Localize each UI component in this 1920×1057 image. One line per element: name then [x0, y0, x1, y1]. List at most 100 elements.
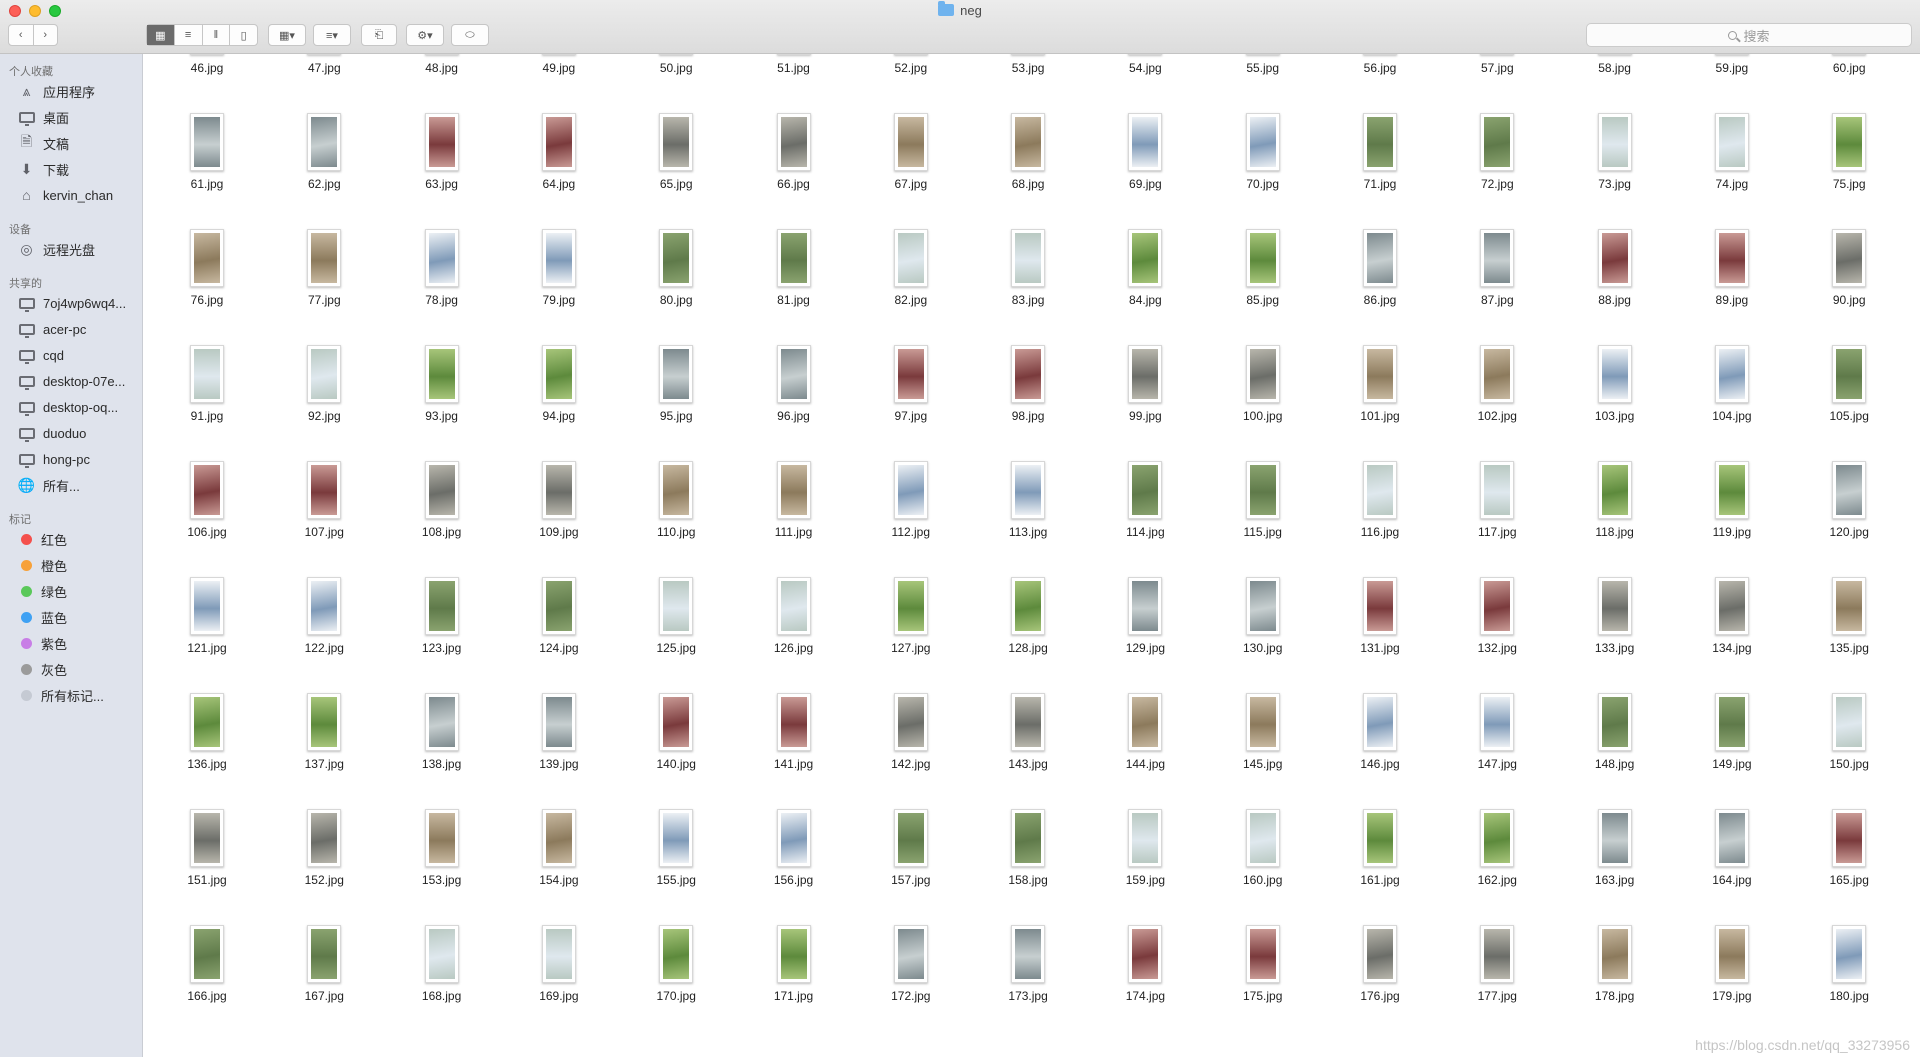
file-item[interactable]: 70.jpg [1223, 113, 1303, 229]
file-item[interactable]: 137.jpg [284, 693, 364, 809]
file-item[interactable]: 132.jpg [1457, 577, 1537, 693]
file-item[interactable]: 58.jpg [1575, 54, 1655, 113]
file-item[interactable]: 151.jpg [167, 809, 247, 925]
file-item[interactable]: 66.jpg [754, 113, 834, 229]
file-item[interactable]: 139.jpg [519, 693, 599, 809]
file-item[interactable]: 129.jpg [1105, 577, 1185, 693]
file-item[interactable]: 78.jpg [402, 229, 482, 345]
file-item[interactable]: 102.jpg [1457, 345, 1537, 461]
file-item[interactable]: 180.jpg [1809, 925, 1889, 1041]
file-item[interactable]: 116.jpg [1340, 461, 1420, 577]
tags-button[interactable]: ⬭ [451, 24, 489, 46]
file-item[interactable]: 99.jpg [1105, 345, 1185, 461]
file-item[interactable]: 130.jpg [1223, 577, 1303, 693]
file-item[interactable]: 75.jpg [1809, 113, 1889, 229]
file-item[interactable]: 74.jpg [1692, 113, 1772, 229]
file-item[interactable]: 104.jpg [1692, 345, 1772, 461]
file-item[interactable]: 86.jpg [1340, 229, 1420, 345]
file-item[interactable]: 174.jpg [1105, 925, 1185, 1041]
file-item[interactable]: 62.jpg [284, 113, 364, 229]
file-item[interactable]: 110.jpg [636, 461, 716, 577]
file-item[interactable]: 175.jpg [1223, 925, 1303, 1041]
file-item[interactable]: 145.jpg [1223, 693, 1303, 809]
file-item[interactable]: 165.jpg [1809, 809, 1889, 925]
file-item[interactable]: 56.jpg [1340, 54, 1420, 113]
file-item[interactable]: 95.jpg [636, 345, 716, 461]
file-item[interactable]: 83.jpg [988, 229, 1068, 345]
file-item[interactable]: 148.jpg [1575, 693, 1655, 809]
file-item[interactable]: 152.jpg [284, 809, 364, 925]
sidebar-tag-orange[interactable]: 橙色 [18, 555, 67, 575]
file-item[interactable]: 123.jpg [402, 577, 482, 693]
forward-button[interactable]: › [32, 25, 58, 45]
file-item[interactable]: 91.jpg [167, 345, 247, 461]
sidebar-item-shared-2[interactable]: acer-pc [18, 319, 86, 339]
file-item[interactable]: 92.jpg [284, 345, 364, 461]
file-item[interactable]: 164.jpg [1692, 809, 1772, 925]
sidebar-item-downloads[interactable]: ⬇ 下载 [18, 159, 69, 179]
sidebar-item-shared-all[interactable]: 🌐 所有... [18, 475, 80, 495]
file-item[interactable]: 161.jpg [1340, 809, 1420, 925]
file-item[interactable]: 55.jpg [1223, 54, 1303, 113]
file-item[interactable]: 146.jpg [1340, 693, 1420, 809]
file-item[interactable]: 113.jpg [988, 461, 1068, 577]
file-item[interactable]: 51.jpg [754, 54, 834, 113]
file-item[interactable]: 176.jpg [1340, 925, 1420, 1041]
file-item[interactable]: 85.jpg [1223, 229, 1303, 345]
sidebar-item-desktop[interactable]: 桌面 [18, 107, 69, 127]
file-item[interactable]: 155.jpg [636, 809, 716, 925]
file-item[interactable]: 94.jpg [519, 345, 599, 461]
file-item[interactable]: 54.jpg [1105, 54, 1185, 113]
sidebar-tag-blue[interactable]: 蓝色 [18, 607, 67, 627]
file-item[interactable]: 84.jpg [1105, 229, 1185, 345]
file-item[interactable]: 171.jpg [754, 925, 834, 1041]
file-item[interactable]: 49.jpg [519, 54, 599, 113]
file-item[interactable]: 144.jpg [1105, 693, 1185, 809]
file-item[interactable]: 117.jpg [1457, 461, 1537, 577]
file-item[interactable]: 124.jpg [519, 577, 599, 693]
sidebar-item-shared-7[interactable]: hong-pc [18, 449, 90, 469]
file-item[interactable]: 156.jpg [754, 809, 834, 925]
file-item[interactable]: 160.jpg [1223, 809, 1303, 925]
file-item[interactable]: 163.jpg [1575, 809, 1655, 925]
sidebar-item-shared-6[interactable]: duoduo [18, 423, 86, 443]
file-item[interactable]: 88.jpg [1575, 229, 1655, 345]
sidebar-tag-green[interactable]: 绿色 [18, 581, 67, 601]
file-item[interactable]: 63.jpg [402, 113, 482, 229]
file-item[interactable]: 142.jpg [871, 693, 951, 809]
file-item[interactable]: 65.jpg [636, 113, 716, 229]
sidebar-tag-purple[interactable]: 紫色 [18, 633, 67, 653]
file-item[interactable]: 87.jpg [1457, 229, 1537, 345]
file-item[interactable]: 81.jpg [754, 229, 834, 345]
file-item[interactable]: 71.jpg [1340, 113, 1420, 229]
icon-view-button[interactable]: ▦ [147, 25, 174, 45]
file-item[interactable]: 106.jpg [167, 461, 247, 577]
file-item[interactable]: 154.jpg [519, 809, 599, 925]
file-item[interactable]: 50.jpg [636, 54, 716, 113]
sidebar-tag-red[interactable]: 红色 [18, 529, 67, 549]
file-item[interactable]: 179.jpg [1692, 925, 1772, 1041]
file-item[interactable]: 97.jpg [871, 345, 951, 461]
file-item[interactable]: 90.jpg [1809, 229, 1889, 345]
file-item[interactable]: 60.jpg [1809, 54, 1889, 113]
file-item[interactable]: 59.jpg [1692, 54, 1772, 113]
file-item[interactable]: 149.jpg [1692, 693, 1772, 809]
sidebar-tag-gray[interactable]: 灰色 [18, 659, 67, 679]
file-item[interactable]: 61.jpg [167, 113, 247, 229]
file-item[interactable]: 103.jpg [1575, 345, 1655, 461]
gallery-view-button[interactable]: ▯ [229, 25, 257, 45]
file-item[interactable]: 111.jpg [754, 461, 834, 577]
file-item[interactable]: 107.jpg [284, 461, 364, 577]
file-item[interactable]: 112.jpg [871, 461, 951, 577]
file-item[interactable]: 120.jpg [1809, 461, 1889, 577]
file-item[interactable]: 172.jpg [871, 925, 951, 1041]
file-item[interactable]: 67.jpg [871, 113, 951, 229]
file-item[interactable]: 109.jpg [519, 461, 599, 577]
file-item[interactable]: 162.jpg [1457, 809, 1537, 925]
file-item[interactable]: 178.jpg [1575, 925, 1655, 1041]
file-item[interactable]: 101.jpg [1340, 345, 1420, 461]
file-item[interactable]: 134.jpg [1692, 577, 1772, 693]
file-item[interactable]: 118.jpg [1575, 461, 1655, 577]
file-item[interactable]: 68.jpg [988, 113, 1068, 229]
file-item[interactable]: 57.jpg [1457, 54, 1537, 113]
